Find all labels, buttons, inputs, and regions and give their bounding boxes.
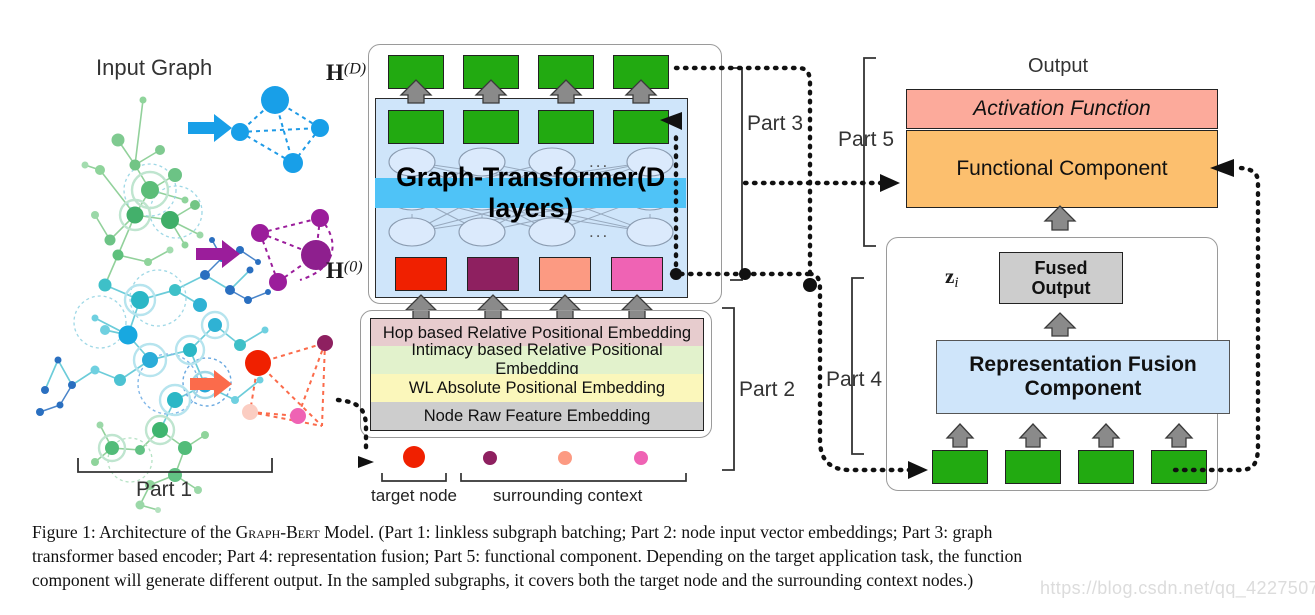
arrow-into-functional-right	[1210, 159, 1234, 177]
caption-line-1: Figure 1: Architecture of the Graph-Bert…	[32, 522, 993, 542]
watermark: https://blog.csdn.net/qq_42275073	[1040, 578, 1315, 598]
arrow-into-part2	[358, 456, 374, 468]
arrow-into-functional-left	[880, 174, 900, 192]
arrow-into-part4	[908, 461, 928, 479]
junction-dot-3	[803, 278, 817, 292]
caption-line-2: transformer based encoder; Part 4: repre…	[32, 546, 1023, 567]
figure-graph-bert-architecture: Input Graph Part 1 H(D) H(0) ... ... Gra…	[0, 0, 1315, 615]
junction-dot-2	[739, 268, 751, 280]
arrow-into-transformer	[660, 112, 682, 130]
junction-dot-1	[670, 268, 682, 280]
